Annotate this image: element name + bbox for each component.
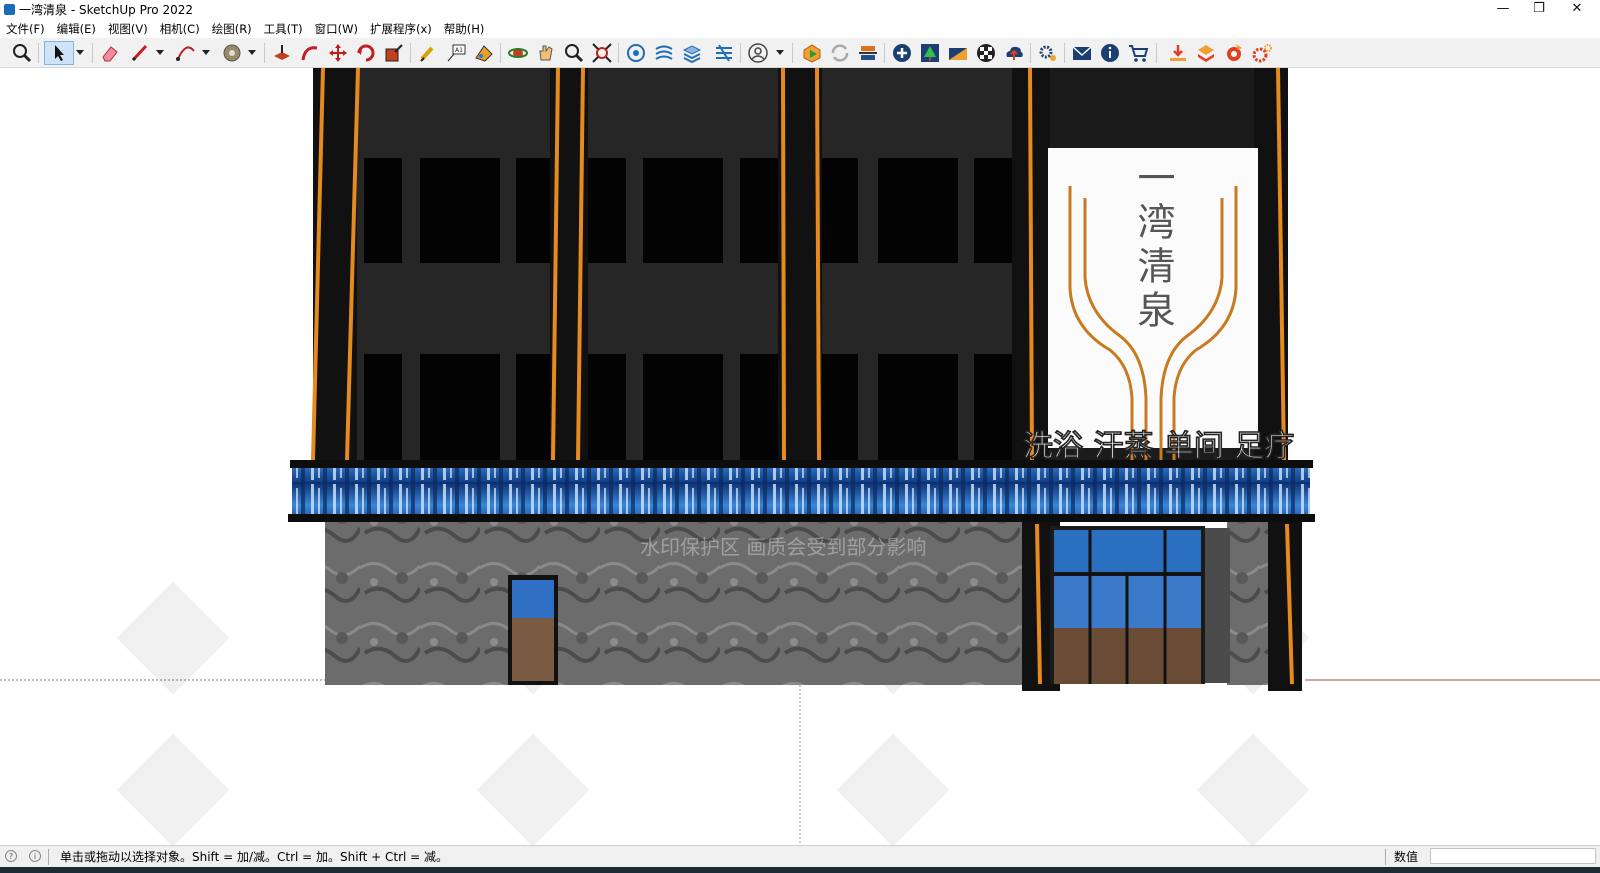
- toolbar-separator: [92, 43, 93, 63]
- paint-icon[interactable]: [472, 41, 496, 65]
- chevron-down-icon[interactable]: [76, 50, 84, 55]
- blue-waterfall-banner: [292, 468, 1310, 514]
- shop-sign-text: 洗浴 汗蒸 单间 足疗: [1023, 429, 1294, 464]
- toolbar: A1: [0, 38, 1600, 68]
- menu-tools[interactable]: 工具(T): [258, 20, 309, 38]
- stone-wall-right: [1227, 522, 1275, 685]
- move-icon[interactable]: [326, 41, 350, 65]
- checker-icon[interactable]: [974, 41, 998, 65]
- watermark-notice: 水印保护区 画质会受到部分影响: [640, 535, 926, 559]
- instructor-icon[interactable]: i: [29, 850, 41, 862]
- measurements-input[interactable]: [1430, 848, 1596, 864]
- sketchup-app-icon: [4, 4, 15, 15]
- close-button[interactable]: ✕: [1554, 0, 1600, 20]
- small-window-glass: [512, 580, 554, 618]
- middle-window-row: [364, 354, 1012, 460]
- entrance-column-right: [1268, 522, 1302, 691]
- mail-icon[interactable]: [1070, 41, 1094, 65]
- chevron-down-icon[interactable]: [202, 50, 210, 55]
- entrance-transom: [1054, 530, 1201, 572]
- menu-window[interactable]: 窗口(W): [309, 20, 364, 38]
- status-bar: ? i 单击或拖动以选择对象。Shift = 加/减。Ctrl = 加。Shif…: [0, 845, 1600, 868]
- toolbar-separator: [740, 43, 741, 63]
- scale-icon[interactable]: [382, 41, 406, 65]
- menu-camera[interactable]: 相机(C): [154, 20, 206, 38]
- zoom-extents-icon[interactable]: [590, 41, 614, 65]
- canopy-bottom-edge: [288, 514, 1315, 522]
- arc-icon[interactable]: [174, 41, 198, 65]
- dynamic-icon[interactable]: [1222, 41, 1246, 65]
- window-title: 一湾清泉 - SketchUp Pro 2022: [19, 3, 193, 17]
- toolbar-separator: [792, 43, 793, 63]
- user-account-icon[interactable]: [746, 41, 770, 65]
- menu-edit[interactable]: 编辑(E): [51, 20, 102, 38]
- chevron-down-icon[interactable]: [776, 50, 784, 55]
- taskbar-strip: [0, 867, 1600, 873]
- extension-warehouse-icon[interactable]: [800, 41, 824, 65]
- menu-bar: 文件(F) 编辑(E) 视图(V) 相机(C) 绘图(R) 工具(T) 窗口(W…: [0, 20, 1600, 38]
- vertical-sign-text: 一湾清泉: [1131, 158, 1175, 334]
- zoom-tool-icon[interactable]: [562, 41, 586, 65]
- status-divider: [1385, 849, 1386, 865]
- toolbar-separator: [1156, 43, 1157, 63]
- heart-box-icon[interactable]: [1194, 41, 1218, 65]
- chevron-down-icon[interactable]: [248, 50, 256, 55]
- component-icon[interactable]: [624, 41, 648, 65]
- menu-file[interactable]: 文件(F): [0, 20, 51, 38]
- toolbar-separator: [884, 43, 885, 63]
- orbit-icon[interactable]: [506, 41, 530, 65]
- cloud-upload-icon[interactable]: [1002, 41, 1026, 65]
- tape-measure-icon[interactable]: [416, 41, 440, 65]
- title-bar: 一湾清泉 - SketchUp Pro 2022 — ❐ ✕: [0, 0, 1600, 20]
- outliner-icon[interactable]: [712, 41, 736, 65]
- model-viewport[interactable]: 一湾清泉 洗浴 汗蒸 单间 足疗 水印保护区 画质会受到部分影响: [0, 68, 1600, 845]
- toolbar-separator: [618, 43, 619, 63]
- settings-icon[interactable]: [1036, 41, 1060, 65]
- svg-text:A1: A1: [455, 47, 463, 54]
- small-window-floor: [512, 618, 554, 681]
- scenes-icon[interactable]: [856, 41, 880, 65]
- tree-icon[interactable]: [918, 41, 942, 65]
- status-message: 单击或拖动以选择对象。Shift = 加/减。Ctrl = 加。Shift + …: [60, 850, 449, 864]
- menu-view[interactable]: 视图(V): [102, 20, 154, 38]
- push-pull-icon[interactable]: [270, 41, 294, 65]
- zoom-icon[interactable]: [10, 41, 34, 65]
- measurements-label: 数值: [1394, 850, 1419, 864]
- building-facade-model: 一湾清泉 洗浴 汗蒸 单间 足疗 水印保护区 画质会受到部分影响: [0, 68, 1600, 845]
- add-icon[interactable]: [890, 41, 914, 65]
- style-icon[interactable]: [946, 41, 970, 65]
- info-icon[interactable]: [1098, 41, 1122, 65]
- toolbar-separator: [1064, 43, 1065, 63]
- refresh-icon[interactable]: [828, 41, 852, 65]
- eraser-icon[interactable]: [98, 41, 122, 65]
- menu-extensions[interactable]: 扩展程序(x): [364, 20, 438, 38]
- rotate-icon[interactable]: [354, 41, 378, 65]
- follow-me-icon[interactable]: [298, 41, 322, 65]
- toolbar-separator: [1030, 43, 1031, 63]
- pan-icon[interactable]: [534, 41, 558, 65]
- text-icon[interactable]: A1: [444, 41, 468, 65]
- toolbar-separator: [264, 43, 265, 63]
- chevron-down-icon[interactable]: [156, 50, 164, 55]
- status-divider: [48, 849, 49, 865]
- geo-location-icon[interactable]: ?: [5, 850, 17, 862]
- canopy-top-edge: [290, 460, 1313, 468]
- menu-help[interactable]: 帮助(H): [438, 20, 491, 38]
- menu-draw[interactable]: 绘图(R): [206, 20, 258, 38]
- pencil-icon[interactable]: [128, 41, 152, 65]
- select-arrow-icon[interactable]: [44, 41, 74, 65]
- cart-icon[interactable]: [1126, 41, 1150, 65]
- layers-icon[interactable]: [680, 41, 704, 65]
- toolbar-separator: [410, 43, 411, 63]
- download-icon[interactable]: [1166, 41, 1190, 65]
- entrance-side-panel: [1205, 528, 1230, 683]
- upper-window-row: [364, 158, 1012, 263]
- section-icon[interactable]: [652, 41, 676, 65]
- toolbar-separator: [500, 43, 501, 63]
- paint-bucket-icon[interactable]: [220, 41, 244, 65]
- gear-color-icon[interactable]: [1250, 41, 1274, 65]
- toolbar-separator: [38, 43, 39, 63]
